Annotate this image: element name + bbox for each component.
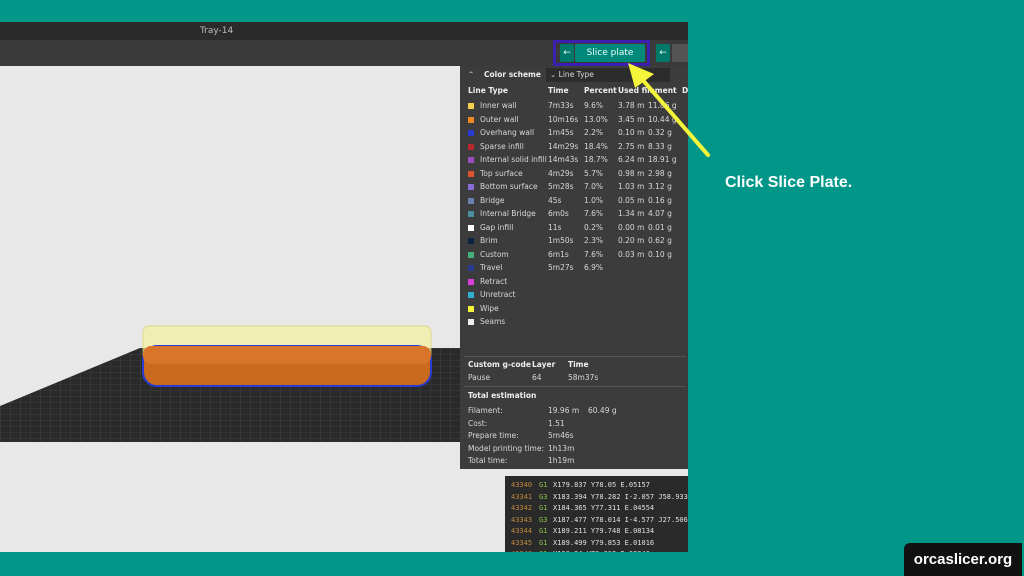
instruction-caption: Click Slice Plate. xyxy=(725,174,853,191)
pointer-arrow-icon xyxy=(639,76,710,157)
brand-label: orcaslicer.org xyxy=(904,543,1022,576)
pointer-arrow-overlay xyxy=(628,63,710,157)
